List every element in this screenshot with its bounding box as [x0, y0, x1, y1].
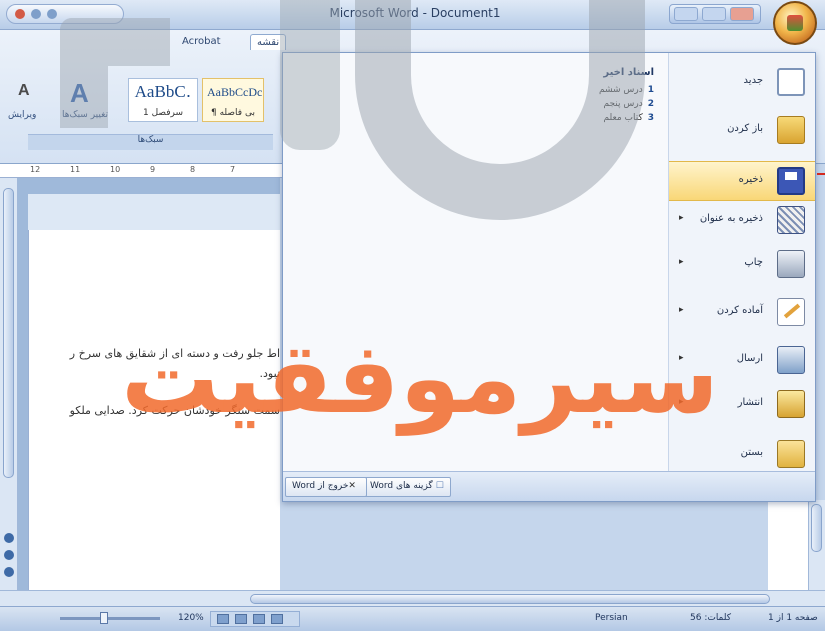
vertical-scrollbar[interactable]: [808, 500, 825, 590]
save-icon: [777, 167, 805, 195]
status-bar: 120% Persian کلمات: 56 صفحه 1 از 1: [0, 606, 825, 631]
zoom-slider-thumb[interactable]: [100, 612, 108, 624]
submenu-arrow-icon: ▸: [679, 213, 684, 223]
style-no-spacing[interactable]: AaBbCcDc ¶ بی فاصله: [202, 78, 264, 122]
web-layout-view-icon[interactable]: [253, 614, 265, 624]
maximize-button[interactable]: [702, 7, 726, 21]
style-preview: AaBbCcDc: [207, 85, 263, 99]
options-icon: ☐: [435, 481, 444, 491]
office-menu-item-label: آماده کردن: [716, 305, 763, 316]
pointer-mark: [817, 173, 825, 175]
browse-object-icon[interactable]: [4, 550, 14, 560]
horizontal-scrollbar[interactable]: [0, 590, 825, 606]
minimize-button[interactable]: [674, 7, 698, 21]
office-menu-item[interactable]: جدید: [669, 63, 815, 103]
recent-item-number: 2: [647, 99, 654, 109]
new-document-icon: [777, 68, 805, 96]
tab-acrobat[interactable]: Acrobat: [176, 34, 227, 49]
office-menu-item[interactable]: ذخیره به عنوان ▸: [669, 201, 815, 241]
outline-view-icon[interactable]: [271, 614, 283, 624]
prepare-icon: [777, 298, 805, 326]
submenu-arrow-icon: ▸: [679, 305, 684, 315]
office-menu-footer: ☐گزینه های Word ✕خروج از Word: [283, 471, 815, 501]
office-menu-item-label: بستن: [740, 447, 763, 458]
close-icon: ✕: [348, 481, 356, 491]
office-button[interactable]: [773, 1, 817, 45]
document-page-right[interactable]: [768, 502, 808, 590]
undo-icon[interactable]: [31, 9, 41, 19]
editing-label: ویرایش: [8, 110, 37, 120]
page-indicator[interactable]: صفحه 1 از 1: [768, 613, 818, 623]
browse-up-icon[interactable]: [4, 533, 14, 543]
editing-icon[interactable]: A: [18, 82, 30, 100]
close-document-icon: [777, 440, 805, 468]
style-caption: ¶ بی فاصله: [211, 108, 255, 118]
word-window: Microsoft Word - Document1 Acrobat نقشه …: [0, 0, 825, 631]
save-as-icon: [777, 206, 805, 234]
save-quick-icon[interactable]: [15, 9, 25, 19]
open-folder-icon: [777, 116, 805, 144]
view-buttons: [210, 611, 300, 627]
browse-down-icon[interactable]: [4, 567, 14, 577]
office-menu-item-label: چاپ: [744, 257, 763, 268]
office-menu-item-label: ذخیره: [738, 174, 763, 185]
styles-group-label: سبک‌ها: [28, 134, 273, 150]
recent-item-number: 3: [647, 113, 654, 123]
recent-item-number: 1: [647, 85, 654, 95]
full-screen-view-icon[interactable]: [235, 614, 247, 624]
office-menu-item-label: جدید: [743, 75, 763, 86]
print-icon: [777, 250, 805, 278]
office-menu-item-label: باز کردن: [727, 123, 763, 134]
zoom-slider[interactable]: [60, 617, 160, 620]
exit-word-button[interactable]: ✕خروج از Word: [285, 477, 367, 497]
zoom-level[interactable]: 120%: [178, 613, 204, 623]
scrollbar-thumb[interactable]: [250, 594, 770, 604]
office-menu-item[interactable]: ذخیره: [669, 161, 815, 201]
redo-icon[interactable]: [47, 9, 57, 19]
window-controls: [669, 4, 761, 24]
office-menu-item-label: ذخیره به عنوان: [699, 213, 763, 224]
scrollbar-thumb[interactable]: [811, 504, 822, 552]
print-layout-view-icon[interactable]: [217, 614, 229, 624]
word-count[interactable]: کلمات: 56: [690, 613, 731, 623]
office-menu-item[interactable]: باز کردن: [669, 111, 815, 151]
horizontal-ruler[interactable]: 12 11 10 9 8 7: [0, 164, 290, 178]
word-options-button[interactable]: ☐گزینه های Word: [363, 477, 451, 497]
office-menu-item[interactable]: بستن: [669, 435, 815, 475]
watermark-shape: [280, 0, 340, 150]
close-window-button[interactable]: [730, 7, 754, 21]
office-menu-item[interactable]: چاپ ▸: [669, 245, 815, 285]
exit-word-label: خروج از Word: [292, 481, 349, 491]
language-indicator[interactable]: Persian: [595, 613, 628, 623]
watermark-text: سیرموفقیت: [121, 322, 719, 436]
submenu-arrow-icon: ▸: [679, 257, 684, 267]
word-options-label: گزینه های Word: [370, 481, 433, 491]
watermark-shape: [60, 18, 170, 128]
page-top-margin: [28, 194, 280, 230]
